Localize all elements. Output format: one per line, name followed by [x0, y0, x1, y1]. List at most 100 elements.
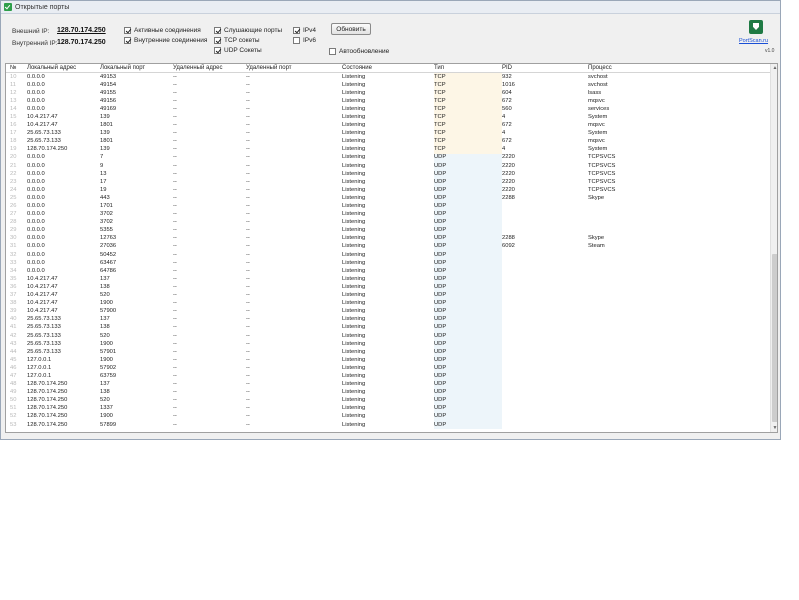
cell-remote-port: -- — [246, 89, 250, 96]
scroll-thumb[interactable] — [772, 254, 777, 422]
col-type-header[interactable]: Тип — [434, 65, 444, 71]
cell-local-address: 10.4.217.47 — [27, 275, 58, 282]
col-state-header[interactable]: Состояние — [342, 65, 372, 71]
app-window: Открытые порты Внешний IP: 128.70.174.25… — [0, 0, 781, 440]
table-row[interactable]: 40 25.65.73.133 137 -- -- Listening UDP — [6, 315, 770, 324]
table-row[interactable]: 17 25.65.73.133 139 -- -- Listening TCP 4 System — [6, 129, 770, 138]
title-bar[interactable]: Открытые порты — [1, 1, 780, 14]
internal-connections-box[interactable] — [124, 37, 131, 44]
table-row[interactable]: 45 127.0.0.1 1900 -- -- Listening UDP — [6, 356, 770, 365]
table-row[interactable]: 44 25.65.73.133 57901 -- -- Listening UDP — [6, 348, 770, 357]
table-row[interactable]: 28 0.0.0.0 3702 -- -- Listening UDP — [6, 218, 770, 227]
table-row[interactable]: 46 127.0.0.1 57902 -- -- Listening UDP — [6, 364, 770, 373]
col-local-port-header[interactable]: Локальный порт — [100, 65, 145, 71]
table-row[interactable]: 22 0.0.0.0 13 -- -- Listening UDP 2220 TCPSVCS — [6, 170, 770, 179]
cell-row-number: 41 — [10, 324, 17, 331]
table-row[interactable]: 50 128.70.174.250 520 -- -- Listening UDP — [6, 396, 770, 405]
table-row[interactable]: 18 25.65.73.133 1801 -- -- Listening TCP 672 mqs… — [6, 137, 770, 146]
table-row[interactable]: 27 0.0.0.0 3702 -- -- Listening UDP — [6, 210, 770, 219]
ipv6-box[interactable] — [293, 37, 300, 44]
table-row[interactable]: 24 0.0.0.0 19 -- -- Listening UDP 2220 TCPSVCS — [6, 186, 770, 195]
table-row[interactable]: 23 0.0.0.0 17 -- -- Listening UDP 2220 TCPSVCS — [6, 178, 770, 187]
table-row[interactable]: 41 25.65.73.133 138 -- -- Listening UDP — [6, 323, 770, 332]
ipv4-box[interactable] — [293, 27, 300, 34]
cell-type: TCP — [434, 105, 446, 112]
udp-sockets-box[interactable] — [214, 47, 221, 54]
cell-row-number: 45 — [10, 356, 17, 363]
table-row[interactable]: 25 0.0.0.0 443 -- -- Listening UDP 2288 Skype — [6, 194, 770, 203]
cell-remote-port: -- — [246, 340, 250, 347]
table-row[interactable]: 42 25.65.73.133 520 -- -- Listening UDP — [6, 332, 770, 341]
table-row[interactable]: 13 0.0.0.0 49156 -- -- Listening TCP 672 mqsvc — [6, 97, 770, 106]
col-pid-header[interactable]: PID — [502, 65, 512, 71]
tcp-sockets-checkbox[interactable]: TCP сокеты — [214, 37, 260, 44]
table-row[interactable]: 37 10.4.217.47 520 -- -- Listening UDP — [6, 291, 770, 300]
table-row[interactable]: 52 128.70.174.250 1900 -- -- Listening UDP — [6, 412, 770, 422]
table-row[interactable]: 53 128.70.174.250 57899 -- -- Listening UDP — [6, 421, 770, 430]
cell-local-port: 49153 — [100, 73, 117, 80]
table-row[interactable]: 32 0.0.0.0 50452 -- -- Listening UDP — [6, 251, 770, 260]
ipv4-checkbox[interactable]: IPv4 — [293, 27, 316, 34]
col-process-header[interactable]: Процесс — [588, 65, 612, 71]
table-row[interactable]: 21 0.0.0.0 9 -- -- Listening UDP 2220 TCPSVCS — [6, 162, 770, 171]
udp-sockets-checkbox[interactable]: UDP Сокеты — [214, 47, 262, 54]
cell-remote-port: -- — [246, 219, 250, 226]
col-number-header[interactable]: № — [10, 65, 16, 71]
cell-type: UDP — [434, 243, 447, 250]
listening-ports-box[interactable] — [214, 27, 221, 34]
table-row[interactable]: 30 0.0.0.0 12763 -- -- Listening UDP 2288 Skype — [6, 234, 770, 243]
portscan-link[interactable]: PortScan.ru — [739, 38, 768, 44]
table-row[interactable]: 35 10.4.217.47 137 -- -- Listening UDP — [6, 275, 770, 284]
cell-local-address: 10.4.217.47 — [27, 292, 58, 299]
table-row[interactable]: 38 10.4.217.47 1900 -- -- Listening UDP — [6, 299, 770, 308]
table-row[interactable]: 29 0.0.0.0 5355 -- -- Listening UDP — [6, 226, 770, 235]
active-connections-box[interactable] — [124, 27, 131, 34]
cell-state: Listening — [342, 73, 366, 80]
external-ip-value[interactable]: 128.70.174.250 — [57, 27, 106, 34]
table-row[interactable]: 10 0.0.0.0 49153 -- -- Listening TCP 932 svchost — [6, 73, 770, 82]
listening-ports-checkbox[interactable]: Слушающие порты — [214, 27, 282, 34]
table-row[interactable]: 11 0.0.0.0 49154 -- -- Listening TCP 1016 svchos… — [6, 81, 770, 90]
internal-connections-checkbox[interactable]: Внутренние соединения — [124, 37, 207, 44]
active-connections-checkbox[interactable]: Активные соединения — [124, 27, 201, 34]
scroll-up-icon[interactable]: ▲ — [771, 64, 777, 72]
col-remote-address-header[interactable]: Удаленный адрес — [173, 65, 223, 71]
cell-local-port: 50452 — [100, 251, 117, 258]
table-row[interactable]: 47 127.0.0.1 63759 -- -- Listening UDP — [6, 372, 770, 381]
table-row[interactable]: 36 10.4.217.47 138 -- -- Listening UDP — [6, 283, 770, 292]
refresh-button[interactable]: Обновить — [331, 23, 371, 35]
table-row[interactable]: 39 10.4.217.47 57900 -- -- Listening UDP — [6, 307, 770, 316]
cell-remote-address: -- — [173, 300, 177, 307]
table-row[interactable]: 20 0.0.0.0 7 -- -- Listening UDP 2220 TCPSVCS — [6, 153, 770, 163]
table-row[interactable]: 51 128.70.174.250 1337 -- -- Listening UDP — [6, 404, 770, 413]
cell-type: TCP — [434, 146, 446, 153]
table-row[interactable]: 12 0.0.0.0 49155 -- -- Listening TCP 604 lsass — [6, 89, 770, 98]
ipv6-checkbox[interactable]: IPv6 — [293, 37, 316, 44]
table-row[interactable]: 49 128.70.174.250 138 -- -- Listening UDP — [6, 388, 770, 397]
scroll-down-icon[interactable]: ▼ — [771, 424, 777, 432]
vertical-scrollbar[interactable]: ▲ ▼ — [770, 64, 777, 432]
table-row[interactable]: 34 0.0.0.0 64786 -- -- Listening UDP — [6, 267, 770, 276]
table-row[interactable]: 19 128.70.174.250 139 -- -- Listening TCP 4 Syst… — [6, 145, 770, 154]
cell-type: UDP — [434, 267, 447, 274]
col-remote-port-header[interactable]: Удаленный порт — [246, 65, 292, 71]
table-row[interactable]: 43 25.65.73.133 1900 -- -- Listening UDP — [6, 340, 770, 349]
table-row[interactable]: 14 0.0.0.0 49169 -- -- Listening TCP 560 service… — [6, 105, 770, 114]
auto-update-checkbox[interactable]: Автообновление — [329, 48, 389, 55]
auto-update-box[interactable] — [329, 48, 336, 55]
col-local-address-header[interactable]: Локальный адрес — [27, 65, 76, 71]
table-row[interactable]: 48 128.70.174.250 137 -- -- Listening UDP — [6, 380, 770, 389]
tcp-sockets-box[interactable] — [214, 37, 221, 44]
table-row[interactable]: 15 10.4.217.47 139 -- -- Listening TCP 4 System — [6, 113, 770, 122]
cell-row-number: 49 — [10, 389, 17, 396]
cell-remote-address: -- — [173, 113, 177, 120]
cell-remote-port: -- — [246, 97, 250, 104]
table-row[interactable]: 33 0.0.0.0 63467 -- -- Listening UDP — [6, 259, 770, 268]
cell-row-number: 35 — [10, 275, 17, 282]
table-row[interactable]: 16 10.4.217.47 1801 -- -- Listening TCP 672 mqsv… — [6, 121, 770, 130]
table-row[interactable]: 26 0.0.0.0 1701 -- -- Listening UDP — [6, 202, 770, 211]
cell-type: UDP — [434, 227, 447, 234]
table-row[interactable]: 31 0.0.0.0 27036 -- -- Listening UDP 6092 Steam — [6, 242, 770, 252]
cell-remote-address: -- — [173, 308, 177, 315]
cell-pid: 2220 — [502, 162, 515, 169]
